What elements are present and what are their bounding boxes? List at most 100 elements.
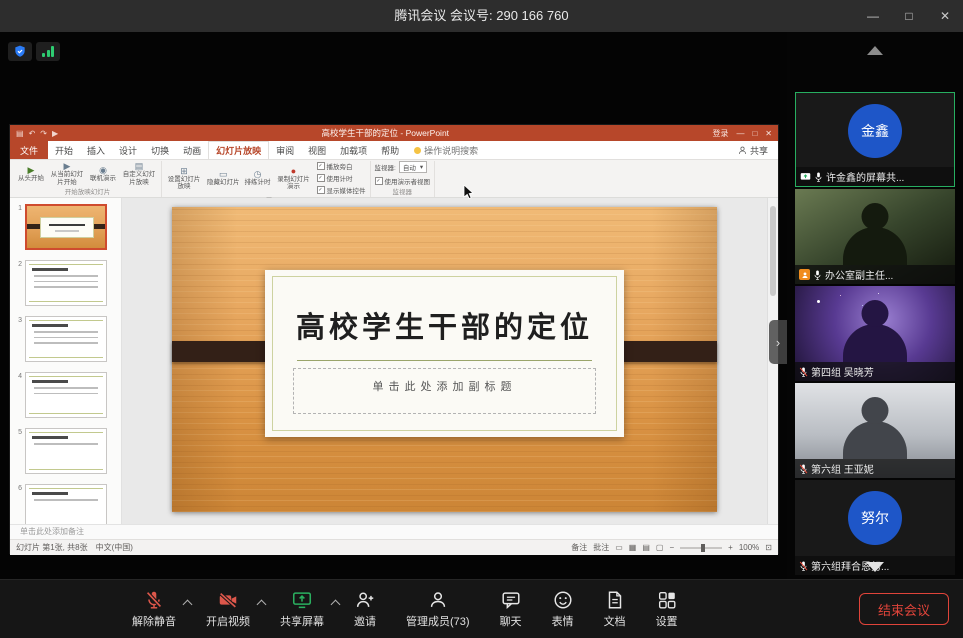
mic-on-icon <box>813 269 822 281</box>
from-beginning-button[interactable]: ▶ 从头开始 <box>18 165 44 182</box>
presenter-view-checkbox[interactable]: ✓ 使用演示者视图 <box>375 176 431 186</box>
zoom-in-icon[interactable]: + <box>728 543 733 552</box>
end-meeting-button[interactable]: 结束会议 <box>859 593 949 625</box>
mic-options-caret[interactable] <box>183 600 193 610</box>
slide-subtitle-placeholder[interactable]: 单击此处添加副标题 <box>293 368 595 414</box>
from-current-slide-button[interactable]: ▶ 从当前幻灯片开始 <box>49 161 85 185</box>
undo-icon[interactable]: ↶ <box>29 129 36 138</box>
close-button[interactable]: ✕ <box>927 0 963 32</box>
slide-sorter-view-icon[interactable]: ▦ <box>629 543 637 552</box>
rehearse-timings-button[interactable]: ◷ 排练计时 <box>245 169 271 186</box>
redo-icon[interactable]: ↷ <box>40 129 47 138</box>
hide-slide-button[interactable]: ▭ 隐藏幻灯片 <box>207 169 240 186</box>
participant-tile-wangyani[interactable]: 第六组 王亚妮 <box>795 383 955 478</box>
docs-button[interactable]: 文档 <box>594 589 636 629</box>
shield-icon <box>13 44 27 59</box>
slideshow-view-icon[interactable]: ▢ <box>656 543 664 552</box>
show-media-controls-checkbox[interactable]: ✓ 显示媒体控件 <box>317 185 366 195</box>
chat-button[interactable]: 聊天 <box>490 589 532 629</box>
present-online-button[interactable]: ◉ 联机演示 <box>90 165 116 182</box>
zoom-out-icon[interactable]: − <box>669 543 674 552</box>
ppt-titlebar: ▤ ↶ ↷ ▶ 高校学生干部的定位 - PowerPoint 登录 — □ ✕ <box>10 125 778 141</box>
network-signal-icon[interactable] <box>36 42 60 61</box>
share-options-caret[interactable] <box>331 600 341 610</box>
slide-thumbnail-4[interactable] <box>25 372 107 418</box>
checkbox-checked-icon: ✓ <box>317 186 325 194</box>
mic-off-icon <box>143 589 165 611</box>
avatar: 金鑫 <box>848 104 902 158</box>
language-indicator[interactable]: 中文(中国) <box>96 542 133 553</box>
reading-view-icon[interactable]: ▤ <box>642 543 650 552</box>
screen-share-icon <box>800 172 811 182</box>
slide-thumbnail-5[interactable] <box>25 428 107 474</box>
slide-canvas[interactable]: 高校学生干部的定位 单击此处添加副标题 <box>172 207 717 512</box>
maximize-button[interactable]: □ <box>891 0 927 32</box>
slide-thumbnail-1[interactable] <box>25 204 107 250</box>
tab-view[interactable]: 视图 <box>301 141 333 159</box>
members-icon <box>427 589 449 611</box>
ppt-share-button[interactable]: 共享 <box>728 141 778 159</box>
slide-number: 3 <box>14 316 22 362</box>
window-controls: — □ ✕ <box>855 0 963 32</box>
record-slideshow-button[interactable]: ● 录制幻灯片演示 <box>276 166 312 190</box>
share-screen-button[interactable]: 共享屏幕 <box>270 589 334 629</box>
setup-slideshow-button[interactable]: ⊞ 设置幻灯片放映 <box>166 166 202 190</box>
tab-home[interactable]: 开始 <box>48 141 80 159</box>
tell-me-search[interactable]: 操作说明搜索 <box>406 141 486 159</box>
ppt-signin-button[interactable]: 登录 <box>712 128 728 139</box>
slide-thumbnail-3[interactable] <box>25 316 107 362</box>
invite-button[interactable]: 邀请 <box>344 589 386 629</box>
security-shield-icon[interactable] <box>8 42 32 61</box>
tab-file[interactable]: 文件 <box>10 141 48 159</box>
emoji-button[interactable]: 表情 <box>542 589 584 629</box>
slide-thumbnail-2[interactable] <box>25 260 107 306</box>
mic-muted-icon <box>799 560 808 572</box>
participant-label: 第六组 王亚妮 <box>795 459 955 478</box>
custom-slideshow-button[interactable]: ▤ 自定义幻灯片放映 <box>121 161 157 185</box>
play-narrations-checkbox[interactable]: ✓ 播放旁白 <box>317 161 366 171</box>
monitor-label: 监视器: <box>375 162 396 172</box>
start-video-button[interactable]: 开启视频 <box>196 589 260 629</box>
participant-tile-wuxiaofang[interactable]: 第四组 吴晓芳 <box>795 286 955 381</box>
normal-view-icon[interactable]: ▭ <box>615 543 623 552</box>
slide-title[interactable]: 高校学生干部的定位 <box>265 304 625 346</box>
comments-toggle[interactable]: 批注 <box>593 542 609 553</box>
tab-help[interactable]: 帮助 <box>374 141 406 159</box>
scroll-down-icon[interactable] <box>866 562 884 572</box>
video-options-caret[interactable] <box>257 600 267 610</box>
slide-thumbnail-6[interactable] <box>25 484 107 524</box>
notes-toggle[interactable]: 备注 <box>571 542 587 553</box>
tab-review[interactable]: 审阅 <box>269 141 301 159</box>
unmute-button[interactable]: 解除静音 <box>122 589 186 629</box>
tab-transitions[interactable]: 切换 <box>144 141 176 159</box>
fit-slide-icon[interactable]: ⊡ <box>765 543 772 552</box>
ppt-ribbon-tabs: 文件 开始 插入 设计 切换 动画 幻灯片放映 审阅 视图 加载项 帮助 操作说… <box>10 141 778 160</box>
settings-button[interactable]: 设置 <box>646 589 688 629</box>
participant-tile-office-deputy[interactable]: 办公室副主任... <box>795 189 955 284</box>
tab-slideshow[interactable]: 幻灯片放映 <box>208 141 269 159</box>
scroll-up-icon[interactable] <box>867 46 883 55</box>
zoom-level[interactable]: 100% <box>739 543 759 552</box>
ppt-maximize-button[interactable]: □ <box>752 129 757 138</box>
participant-tile-jinxin[interactable]: 金鑫 许金鑫的屏幕共... <box>795 92 955 187</box>
tab-addins[interactable]: 加载项 <box>333 141 374 159</box>
quick-access-toolbar[interactable]: ▤ ↶ ↷ ▶ <box>16 129 58 138</box>
tab-animations[interactable]: 动画 <box>176 141 208 159</box>
manage-members-button[interactable]: 管理成员(73) <box>396 589 480 629</box>
monitor-gear-icon: ⊞ <box>180 166 188 176</box>
participant-tile-nuer[interactable]: 努尔 第六组拜合恩努... <box>795 480 955 575</box>
notes-pane[interactable]: 单击此处添加备注 <box>10 524 778 539</box>
emoji-icon <box>552 589 574 611</box>
save-icon[interactable]: ▤ <box>16 129 24 138</box>
minimize-button[interactable]: — <box>855 0 891 32</box>
tab-design[interactable]: 设计 <box>112 141 144 159</box>
sidebar-collapse-handle[interactable]: › <box>769 320 787 364</box>
zoom-slider[interactable] <box>680 547 722 549</box>
ppt-minimize-button[interactable]: — <box>736 129 744 138</box>
ppt-close-button[interactable]: ✕ <box>765 129 772 138</box>
tab-insert[interactable]: 插入 <box>80 141 112 159</box>
use-timings-checkbox[interactable]: ✓ 使用计时 <box>317 173 366 183</box>
monitor-dropdown[interactable]: 自动 ▾ <box>399 161 427 173</box>
slide-decor-bar-left <box>172 341 266 362</box>
hide-slide-icon: ▭ <box>219 169 228 179</box>
